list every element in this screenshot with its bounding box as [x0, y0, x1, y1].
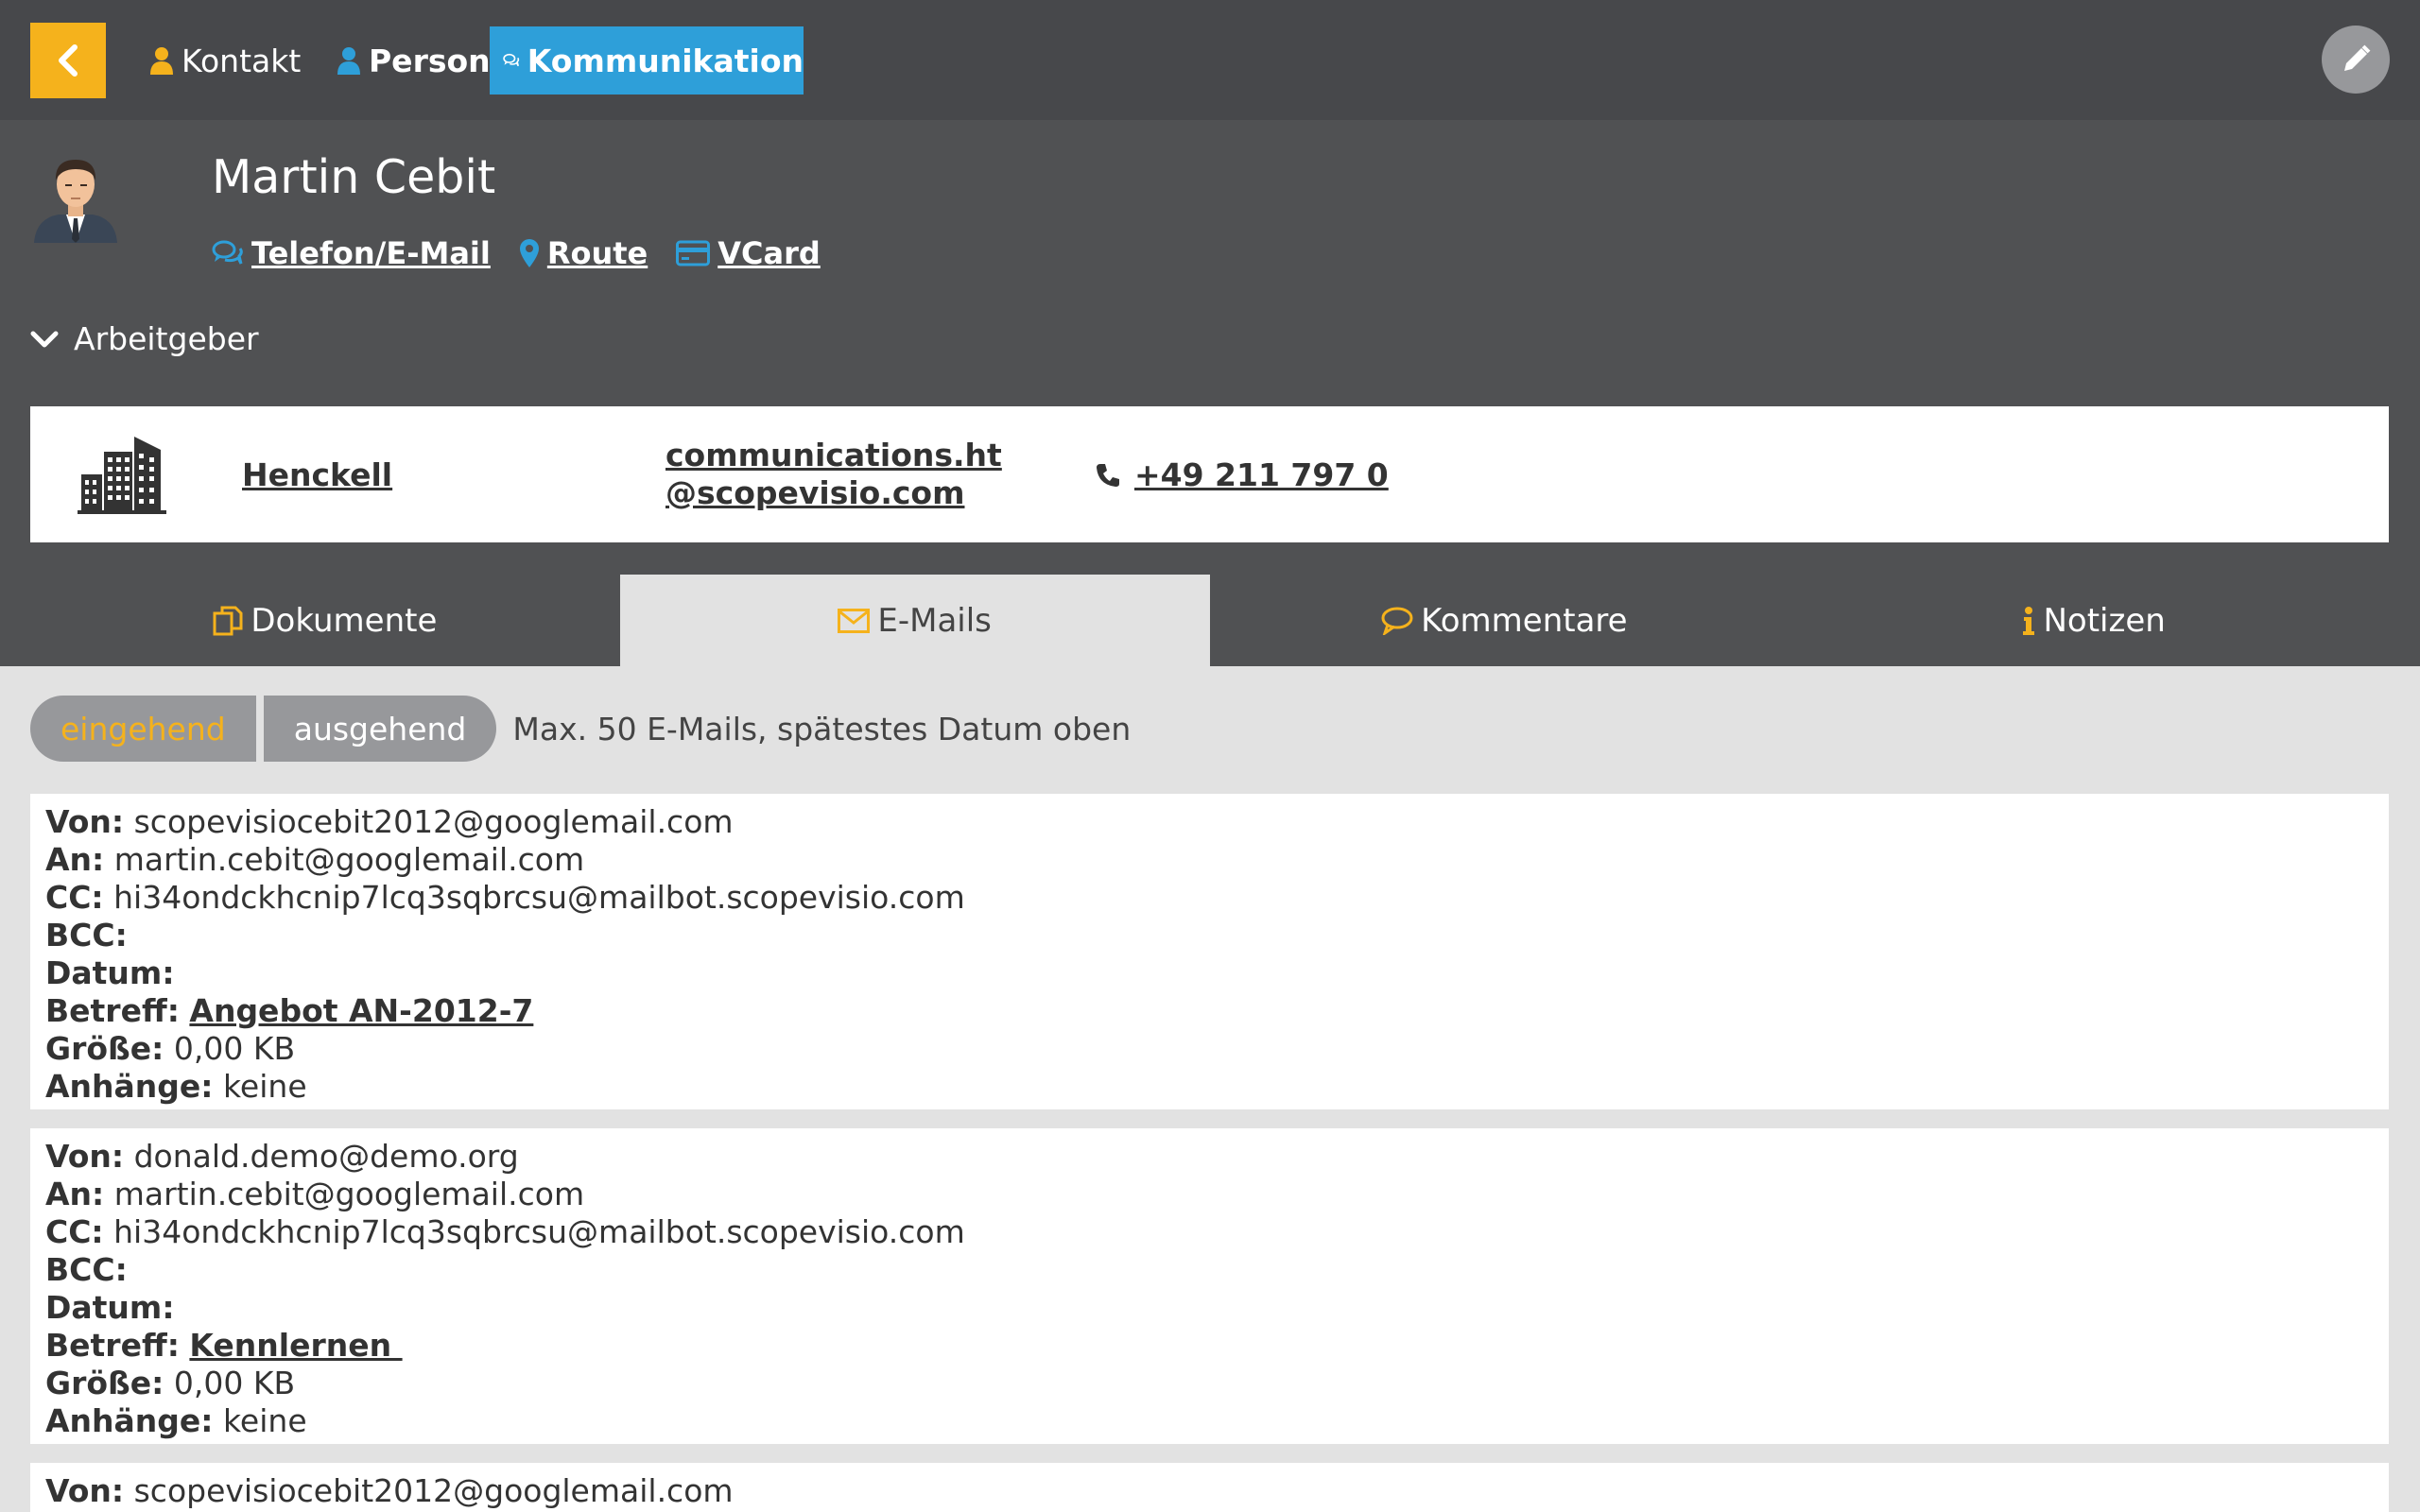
nav-kontakt[interactable]: Kontakt: [149, 26, 301, 94]
employer-name-link[interactable]: Henckell: [242, 456, 392, 493]
nav-kontakt-label: Kontakt: [182, 42, 302, 79]
user-icon: [337, 47, 360, 75]
bcc-label: BCC:: [45, 917, 128, 954]
comments-icon: [212, 240, 243, 265]
email-subject-link[interactable]: Angebot AN-2012-7: [189, 992, 533, 1029]
subject-label: Betreff:: [45, 992, 180, 1029]
email-attachments: keine: [223, 1068, 307, 1105]
from-label: Von:: [45, 1138, 125, 1175]
phone-email-link[interactable]: Telefon/E-Mail: [212, 235, 491, 271]
email-attachments: keine: [223, 1402, 307, 1439]
employer-card: Henckell communications.ht @scopevisio.c…: [30, 406, 2389, 542]
documents-icon: [213, 606, 243, 635]
email-from: scopevisiocebit2012@googlemail.com: [133, 1472, 734, 1509]
person-name: Martin Cebit: [212, 150, 496, 204]
tab-bar: Dokumente E-Mails Kommentare Notizen: [30, 575, 2389, 666]
edit-button[interactable]: [2322, 26, 2390, 94]
subject-label: Betreff:: [45, 1327, 180, 1364]
date-label: Datum:: [45, 954, 175, 991]
top-navigation-bar: Kontakt Person Kommunikation: [0, 0, 2420, 120]
employer-toggle[interactable]: Arbeitgeber: [30, 320, 259, 357]
nav-kommunikation[interactable]: Kommunikation: [490, 26, 804, 94]
vcard-link[interactable]: VCard: [676, 235, 821, 271]
route-link-label: Route: [546, 235, 648, 271]
from-label: Von:: [45, 803, 125, 840]
email-from: donald.demo@demo.org: [133, 1138, 519, 1175]
attachments-label: Anhänge:: [45, 1068, 214, 1105]
email-to: martin.cebit@googlemail.com: [113, 1176, 585, 1212]
cc-label: CC:: [45, 879, 104, 916]
nav-person[interactable]: Person: [337, 26, 491, 94]
email-cc: hi34ondckhcnip7lcq3sqbrcsu@mailbot.scope…: [113, 879, 965, 916]
from-label: Von:: [45, 1472, 125, 1509]
size-label: Größe:: [45, 1030, 164, 1067]
pencil-icon: [2344, 44, 2371, 71]
phone-email-link-label: Telefon/E-Mail: [251, 235, 491, 271]
building-icon: [78, 437, 166, 514]
attachments-label: Anhänge:: [45, 1402, 214, 1439]
tab-kommentare-label: Kommentare: [1421, 601, 1628, 640]
bcc-label: BCC:: [45, 1251, 128, 1288]
chevron-down-icon: [30, 331, 59, 347]
to-label: An:: [45, 841, 105, 878]
employer-toggle-label: Arbeitgeber: [74, 320, 259, 357]
nav-person-label: Person: [369, 42, 491, 79]
employer-email-line2: @scopevisio.com: [666, 474, 965, 511]
email-size: 0,00 KB: [173, 1030, 296, 1067]
tab-emails-label: E-Mails: [877, 601, 992, 640]
map-marker-icon: [519, 239, 539, 267]
email-to: martin.cebit@googlemail.com: [113, 841, 585, 878]
comment-icon: [1381, 607, 1413, 635]
filter-incoming-button[interactable]: eingehend: [30, 696, 256, 762]
tab-kommentare[interactable]: Kommentare: [1210, 575, 1800, 666]
tab-notizen-label: Notizen: [2043, 601, 2166, 640]
email-filter: eingehend ausgehend Max. 50 E-Mails, spä…: [30, 696, 1131, 762]
vcard-link-label: VCard: [717, 235, 821, 271]
tab-dokumente-label: Dokumente: [251, 601, 438, 640]
email-size: 0,00 KB: [173, 1365, 296, 1401]
tab-dokumente[interactable]: Dokumente: [30, 575, 620, 666]
person-header: Martin Cebit Telefon/E-Mail Route VCard: [0, 120, 2420, 666]
email-item: Von: scopevisiocebit2012@googlemail.com: [30, 1463, 2389, 1512]
tab-emails[interactable]: E-Mails: [619, 575, 1210, 666]
info-icon: [2023, 606, 2035, 635]
avatar: [34, 160, 117, 243]
date-label: Datum:: [45, 1289, 175, 1326]
back-button[interactable]: [30, 23, 106, 98]
phone-icon: [1097, 463, 1119, 487]
employer-email-line1: communications.ht: [666, 437, 1002, 473]
filter-note: Max. 50 E-Mails, spätestes Datum oben: [512, 710, 1132, 747]
employer-phone-label: +49 211 797 0: [1134, 456, 1389, 493]
chevron-left-icon: [59, 44, 78, 77]
credit-card-icon: [676, 240, 711, 266]
email-item: Von: scopevisiocebit2012@googlemail.com …: [30, 794, 2389, 1109]
route-link[interactable]: Route: [519, 235, 648, 271]
comments-icon: [503, 53, 520, 67]
employer-phone[interactable]: +49 211 797 0: [1095, 456, 1389, 493]
email-from: scopevisiocebit2012@googlemail.com: [133, 803, 734, 840]
person-links: Telefon/E-Mail Route VCard: [212, 235, 849, 271]
email-item: Von: donald.demo@demo.org An: martin.ceb…: [30, 1128, 2389, 1444]
tab-notizen[interactable]: Notizen: [1799, 575, 2389, 666]
nav-kommunikation-label: Kommunikation: [527, 42, 804, 79]
email-subject-link[interactable]: Kennlernen: [189, 1327, 402, 1364]
user-icon: [150, 47, 173, 75]
envelope-icon: [838, 608, 871, 633]
cc-label: CC:: [45, 1213, 104, 1250]
size-label: Größe:: [45, 1365, 164, 1401]
to-label: An:: [45, 1176, 105, 1212]
employer-email-link[interactable]: communications.ht @scopevisio.com: [666, 437, 1002, 512]
email-cc: hi34ondckhcnip7lcq3sqbrcsu@mailbot.scope…: [113, 1213, 965, 1250]
filter-outgoing-button[interactable]: ausgehend: [263, 696, 497, 762]
